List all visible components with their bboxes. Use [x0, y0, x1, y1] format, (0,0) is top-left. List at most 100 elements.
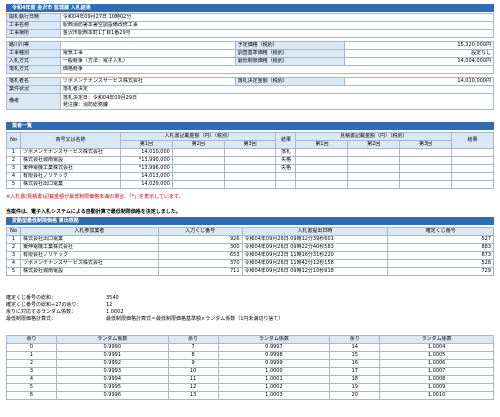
table-row: 2 0.9992 9 0.9999 16 1.0006 [6, 359, 494, 368]
calc-entry: 653 [157, 251, 243, 260]
bid-round-1: *13,990,000 [119, 156, 173, 165]
work-place-value: 金沢市駅西本町1丁目1番29号 [59, 29, 495, 38]
random-col-remainder: 余り [6, 335, 57, 344]
calc-no: 3 [6, 251, 21, 260]
planned-price-value: 15,320,000円 [344, 41, 494, 50]
period-value [59, 41, 236, 50]
coefficient: 0.9995 [55, 383, 169, 392]
coefficient: 0.9997 [217, 343, 331, 352]
sum-value: 3540 [106, 295, 119, 301]
table-row: 5 株式会社城南電設 711 令和04年09月26日 09時12分10秒918 … [6, 267, 494, 276]
remarks-label: 備考 [6, 93, 61, 110]
table-row: 1 ツボメンテナンスサービス株式会社 14,010,000 落札 [6, 148, 494, 157]
coefficient: 1.0000 [217, 367, 331, 376]
work-type-value: 電気工事 [59, 49, 236, 58]
info-table: 開札執行日時 令和04年09月27日 10時02分 工事名称 駅西消防署本署空調… [6, 13, 495, 110]
calc-company: ツボメンテナンスサービス株式会社 [19, 259, 159, 268]
coefficient: 0.9993 [55, 367, 169, 376]
status-value: 落札者決定 [59, 85, 495, 94]
coefficient: 0.9994 [55, 375, 169, 384]
award-method-label: 落札方式 [6, 65, 61, 74]
result-title: 令和4年度 金沢市 監理課 入札結果 [6, 4, 494, 12]
table-row: 5 0.9995 12 1.0002 19 1.0009 [6, 383, 494, 392]
calc-col-decided: 確定くじ番号 [387, 227, 494, 236]
coefficient: 0.9996 [55, 391, 169, 400]
coefficient: 0.9990 [55, 343, 169, 352]
remainder: 7 [167, 343, 219, 352]
bid-method-value: 一般競争（方法：電子入札） [59, 57, 236, 66]
bidder-name: 株式会社出口電業 [19, 180, 121, 189]
open-date-value: 令和04年09月27日 10時02分 [59, 13, 495, 22]
work-name-value: 駅西消防署本署空調設備改修工事 [59, 21, 495, 30]
remainder: 1 [6, 351, 57, 360]
open-date-label: 開札執行日時 [6, 13, 61, 22]
calc-company: 株式会社城南電設 [19, 267, 159, 276]
coefficient: 1.0001 [217, 375, 331, 384]
coefficient-label: 余りに対応するランダム係数： [6, 309, 77, 315]
remainder: 19 [329, 383, 381, 392]
award-price-value: 14,010,000円 [344, 77, 494, 86]
col-bid-amount: 入札書記載金額（円）（税別） [119, 132, 277, 141]
coefficient: 1.0008 [379, 375, 494, 384]
calc-col-time: 入札書提出日時 [241, 227, 389, 236]
page: { "header": {"title": "令和4年度 金沢市 監理課 入札結… [0, 0, 500, 417]
col-company: 商号又は名称 [19, 132, 121, 149]
col-estimate-amount: 見積書記載金額（円）（税別） [295, 132, 453, 141]
bid-round-1: 14,010,000 [119, 148, 173, 157]
bidder-name: ツボメンテナンスサービス株式会社 [19, 148, 121, 157]
random-section: 余り ランダム係数 余り ランダム係数 余り ランダム係数 0 0.9990 70… [6, 335, 494, 400]
coefficient-value: 1.0002 [106, 309, 124, 315]
work-name-label: 工事名称 [6, 21, 61, 30]
formula-label: 最低制限価格計算式： [6, 316, 57, 322]
remainder: 2 [6, 359, 57, 368]
coefficient: 1.0004 [379, 343, 494, 352]
table-row: 3 有限会社ノリテック 653 令和04年09月22日 11時16分31秒220… [6, 251, 494, 260]
work-type-label: 工事種別 [6, 49, 61, 58]
remarks-line-1: 落札決定日：令和04年09月29日 [62, 94, 138, 101]
remainder: 17 [329, 367, 381, 376]
coefficient: 1.0003 [217, 391, 331, 400]
col-round-1: 第1回 [119, 140, 173, 149]
bidder-no: 5 [6, 180, 21, 189]
summary-section: 確定くじ番号の総和： 3540 確定くじ番号の総和÷27の余り： 12 余りに対応す… [6, 295, 494, 323]
award-method-value: 価格競争 [59, 65, 495, 74]
calc-time: 令和04年09月26日 11時42分12秒158 [241, 259, 389, 268]
coefficient: 1.0002 [217, 383, 331, 392]
remainder: 5 [6, 383, 57, 392]
planned-price-label: 予定価格（税別） [234, 41, 346, 50]
calc-no: 1 [6, 235, 21, 244]
survey-price-label: 調査基準価格（税別） [234, 49, 346, 58]
remainder: 11 [167, 375, 219, 384]
coefficient: 0.9992 [55, 359, 169, 368]
calc-time: 令和04年09月26日 09時12分39秒601 [241, 235, 389, 244]
bidder-name: 東伸電機工業株式会社 [19, 164, 121, 173]
coefficient: 1.0006 [379, 359, 494, 368]
status-label: 業件状況 [6, 85, 61, 94]
calc-title: 変動型最低制限価格 算出根拠 [6, 217, 494, 225]
remainder: 3 [6, 367, 57, 376]
coefficient: 1.0010 [379, 391, 494, 400]
remainder: 10 [167, 367, 219, 376]
remainder-value: 12 [106, 302, 113, 308]
calc-time: 令和04年09月26日 09時22分40秒583 [241, 243, 389, 252]
calc-decided: 528 [387, 259, 494, 268]
calc-col-company: 入札参加業者 [19, 227, 159, 236]
bidder-no: 4 [6, 172, 21, 181]
remainder: 14 [329, 343, 381, 352]
calc-decided: 873 [387, 251, 494, 260]
work-place-label: 工事場所 [6, 29, 61, 38]
coefficient: 0.9999 [217, 359, 331, 368]
table-row: 3 東伸電機工業株式会社 *13,996,000 失格 [6, 164, 494, 173]
period-label: 路川川等 [6, 41, 61, 50]
remainder: 13 [167, 391, 219, 400]
remainder: 9 [167, 359, 219, 368]
table-row: 6 0.9996 13 1.0003 20 1.0010 [6, 391, 494, 400]
coefficient: 1.0009 [379, 383, 494, 392]
calc-company: 株式会社出口電業 [19, 235, 159, 244]
calc-time: 令和04年09月26日 09時12分10秒918 [241, 267, 389, 276]
random-table: 余り ランダム係数 余り ランダム係数 余り ランダム係数 0 0.9990 70… [6, 335, 494, 400]
col-est-round-3: 第3回 [399, 140, 453, 149]
remainder: 18 [329, 375, 381, 384]
col-est-round-2: 第2回 [347, 140, 401, 149]
calc-entry: 370 [157, 259, 243, 268]
